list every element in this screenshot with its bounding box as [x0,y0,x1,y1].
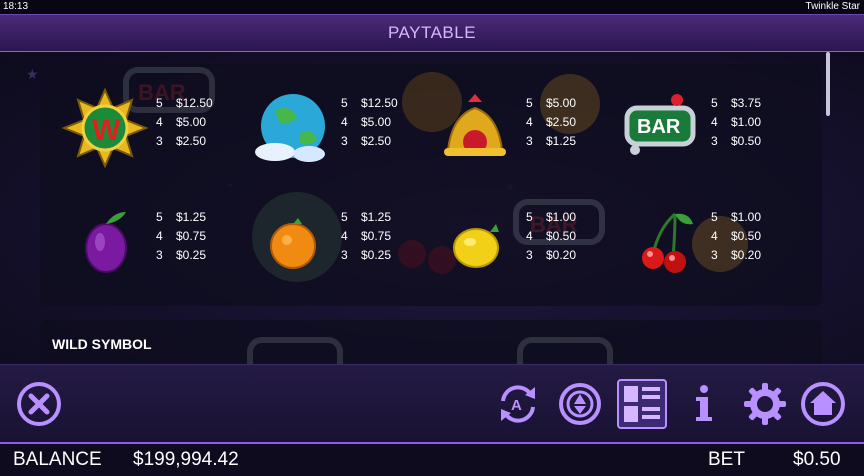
close-icon [17,382,61,426]
payout-list: 5 $3.75 4 $1.00 3 $0.50 [711,94,761,151]
paytable-cell-wild: W 5 $12.50 4 $5.00 3 $2.50 [60,88,240,168]
info-icon [696,385,712,421]
payout-list: 5 $5.00 4 $2.50 3 $1.25 [526,94,576,151]
balance-bar: BALANCE $199,994.42 BET $0.50 [0,442,864,476]
lemon-symbol-icon [453,224,499,268]
payout-list: 5 $12.50 4 $5.00 3 $2.50 [156,94,213,151]
payout-row: 4 $5.00 [156,115,207,129]
scrollbar-thumb[interactable] [826,52,830,116]
payout-row: 5 $1.25 [156,210,207,224]
clock: 18:13 [3,1,29,12]
close-button[interactable] [16,381,62,427]
plum-symbol-icon [85,212,127,273]
payout-row: 5 $12.50 [156,96,213,110]
home-icon [801,382,845,426]
payout-row: 3 $0.20 [711,248,762,262]
payout-row: 3 $0.25 [156,248,207,262]
payout-list: 5 $12.50 4 $5.00 3 $2.50 [341,94,398,151]
payout-row: 4 $2.50 [526,115,577,129]
payout-row: 5 $5.00 [526,96,577,110]
paytable-cell-planet: 5 $12.50 4 $5.00 3 $2.50 [245,88,425,168]
balance-value: $199,994.42 [133,449,239,470]
payout-row: 3 $0.50 [711,134,762,148]
wild-symbol-title: WILD SYMBOL [52,336,152,352]
star-decoration: ★ [26,66,39,82]
payout-row: 5 $1.00 [526,210,577,224]
cherry-symbol-icon [642,212,693,273]
wild-symbol-section: WILD SYMBOL [40,320,822,364]
payout-row: 3 $2.50 [156,134,207,148]
paytable-scroll-area[interactable]: ★ ★ ★ BAR BAR [0,52,864,364]
payout-row: 4 $1.00 [711,115,762,129]
bet-chip-icon [559,383,601,425]
planet-symbol-icon [255,94,325,162]
paytable-cell-lemon: 5 $1.00 4 $0.50 3 $0.20 [430,202,610,282]
ghost-bar-art-4 [517,337,613,364]
svg-text:A: A [511,397,522,414]
bar-symbol-icon: BAR [624,94,696,155]
gear-icon [744,383,786,425]
ghost-bar-art-3 [247,337,343,364]
autoplay-icon: A [501,385,535,423]
payout-list: 5 $1.00 4 $0.50 3 $0.20 [711,208,761,265]
settings-button[interactable] [742,381,788,427]
info-button[interactable] [681,381,727,427]
paytable-cell-bell: 5 $5.00 4 $2.50 3 $1.25 [430,88,610,168]
paytable-panel: BAR BAR W 5 $12.50 4 $5.00 3 $2.50 5 $12… [40,64,822,306]
payout-list: 5 $1.00 4 $0.50 3 $0.20 [526,208,576,265]
payout-row: 4 $0.75 [341,229,392,243]
svg-text:BAR: BAR [637,116,681,138]
payout-row: 5 $12.50 [341,96,398,110]
home-button[interactable] [800,381,846,427]
bet-chip-button[interactable] [557,381,603,427]
payout-list: 5 $1.25 4 $0.75 3 $0.25 [156,208,206,265]
page-title: PAYTABLE [0,14,864,53]
paytable-button[interactable] [617,379,667,429]
payout-row: 3 $0.20 [526,248,577,262]
status-bar: 18:13 Twinkle Star [0,0,864,14]
control-bar: A [0,364,864,443]
bet-label: BET [708,449,745,470]
wild-w-symbol-icon: W [61,88,149,168]
autoplay-button[interactable]: A [495,381,541,427]
paytable-cell-cherry: 5 $1.00 4 $0.50 3 $0.20 [615,202,795,282]
payout-row: 3 $1.25 [526,134,577,148]
payout-list: 5 $1.25 4 $0.75 3 $0.25 [341,208,391,265]
payout-row: 4 $0.50 [526,229,577,243]
svg-text:W: W [92,114,121,147]
payout-row: 5 $1.00 [711,210,762,224]
bell-symbol-icon [444,94,506,156]
payout-row: 3 $0.25 [341,248,392,262]
bet-value: $0.50 [793,449,841,470]
payout-row: 5 $3.75 [711,96,762,110]
balance-label: BALANCE [13,449,102,470]
payout-row: 4 $0.75 [156,229,207,243]
paytable-cell-bar: BAR 5 $3.75 4 $1.00 3 $0.50 [615,88,795,168]
paytable-icon [624,386,660,422]
payout-row: 5 $1.25 [341,210,392,224]
payout-row: 3 $2.50 [341,134,392,148]
orange-symbol-icon [270,218,316,269]
game-name: Twinkle Star [805,1,860,12]
payout-row: 4 $5.00 [341,115,392,129]
payout-row: 4 $0.50 [711,229,762,243]
paytable-cell-plum: 5 $1.25 4 $0.75 3 $0.25 [60,202,240,282]
paytable-cell-orange: 5 $1.25 4 $0.75 3 $0.25 [245,202,425,282]
